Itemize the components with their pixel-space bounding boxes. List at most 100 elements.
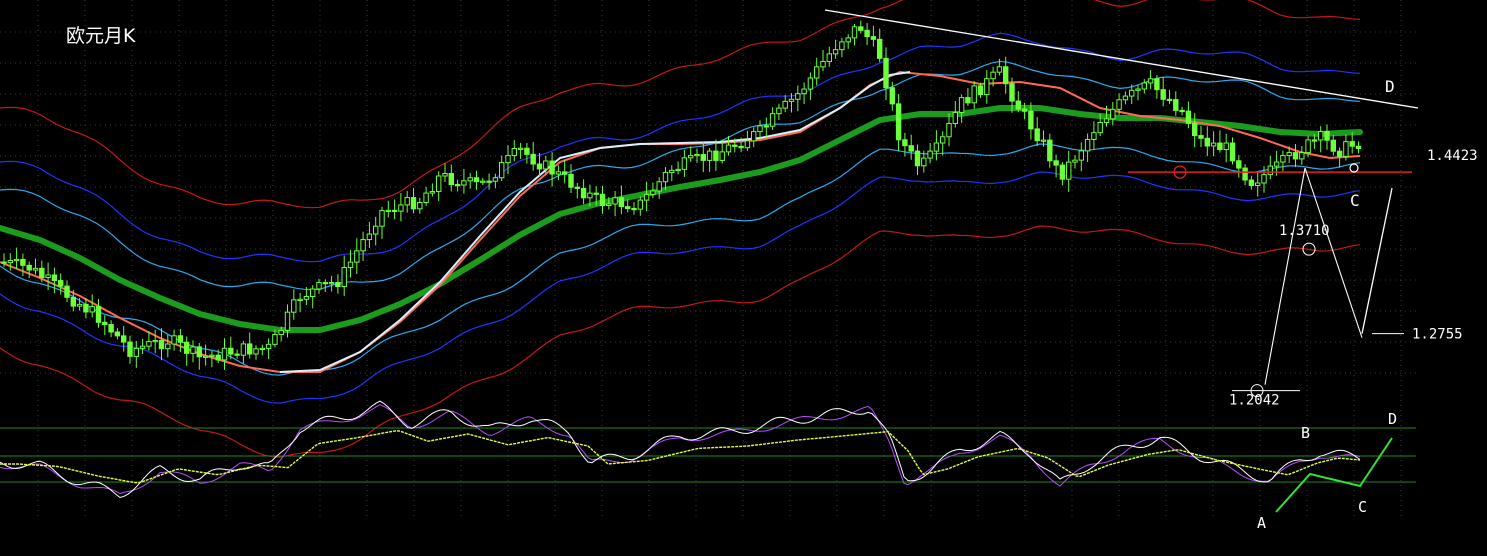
candle-body	[391, 209, 398, 212]
candle-body	[543, 160, 549, 170]
candle-body	[1198, 135, 1204, 139]
candle-body	[1103, 118, 1110, 123]
candle-body	[694, 154, 700, 157]
candle-body	[656, 181, 662, 192]
candle-body	[139, 345, 146, 349]
candle-body	[499, 162, 505, 179]
candle-body	[870, 36, 877, 40]
candle-body	[637, 199, 643, 210]
candle-body	[650, 190, 656, 195]
candle-body	[725, 144, 732, 153]
candle-body	[234, 353, 240, 356]
candle-body	[417, 202, 423, 210]
candle-body	[7, 259, 14, 264]
candle-body	[1318, 130, 1324, 141]
candle-body	[1009, 83, 1015, 102]
candle-body	[1135, 88, 1141, 91]
candle-body	[328, 282, 335, 285]
candle-body	[184, 341, 190, 354]
candle-body	[524, 147, 530, 155]
candle-body	[26, 264, 32, 271]
candle-body	[801, 88, 807, 95]
candle-body	[1229, 142, 1236, 162]
candle-body	[587, 192, 593, 199]
candle-body	[688, 155, 694, 159]
candle-body	[858, 26, 864, 31]
candle-body	[1097, 121, 1103, 134]
candle-body	[20, 258, 26, 266]
candle-body	[373, 225, 379, 235]
candle-body	[360, 239, 366, 252]
candle-body	[215, 354, 221, 361]
candle-body	[480, 180, 486, 183]
candle-body	[1078, 150, 1084, 161]
candle-body	[977, 85, 984, 96]
candle-body	[889, 87, 895, 105]
candle-body	[549, 160, 555, 175]
candle-body	[795, 93, 801, 100]
candle-body	[1236, 160, 1242, 169]
candle-body	[398, 204, 404, 212]
candle-body	[461, 180, 467, 186]
wedge-label-d: D	[1385, 77, 1395, 96]
candle-body	[845, 37, 851, 43]
candle-body	[505, 155, 511, 164]
candle-body	[1147, 78, 1154, 84]
candle-body	[1305, 139, 1311, 154]
candle-body	[990, 71, 996, 80]
candle-body	[1299, 152, 1305, 160]
candle-body	[1021, 108, 1028, 112]
candle-body	[776, 107, 782, 115]
chart-svg: 1.4423 1.3710 1.2755 1.2042 D C A B C D 欧元月K	[0, 0, 1487, 552]
wedge-label-c: C	[1350, 191, 1360, 210]
candle-body	[820, 61, 826, 68]
candle-body	[64, 285, 70, 298]
candle-body	[908, 145, 914, 152]
candle-body	[536, 163, 543, 170]
candle-body	[1292, 152, 1299, 160]
candle-body	[1267, 165, 1273, 176]
candle-body	[631, 207, 637, 211]
osc-label-b: B	[1301, 424, 1310, 442]
candle-body	[228, 347, 234, 355]
candle-body	[946, 122, 952, 138]
candle-body	[1047, 139, 1053, 162]
candle-body	[927, 150, 933, 159]
candle-body	[1192, 122, 1198, 137]
candle-body	[127, 341, 133, 357]
candle-body	[171, 335, 177, 345]
candle-body	[782, 100, 788, 109]
osc-label-a: A	[1257, 514, 1266, 532]
candle-body	[1072, 159, 1078, 163]
candle-body	[1217, 142, 1223, 151]
candle-body	[643, 193, 650, 201]
candle-body	[1261, 174, 1267, 184]
candle-body	[1, 261, 7, 264]
chart-title: 欧元月K	[66, 25, 136, 47]
chart-root: 1.4423 1.3710 1.2755 1.2042 D C A B C D 欧元月K	[0, 0, 1487, 552]
candle-body	[1034, 128, 1040, 142]
candle-body	[297, 298, 303, 302]
candle-body	[1091, 132, 1097, 140]
price-label-14423: 1.4423	[1427, 148, 1478, 164]
candle-body	[599, 193, 606, 207]
candle-body	[965, 97, 971, 104]
candle-body	[706, 150, 713, 161]
candle-body	[1210, 142, 1217, 147]
candle-body	[442, 173, 448, 177]
candle-body	[612, 197, 618, 205]
candle-body	[379, 210, 385, 227]
candle-body	[606, 203, 612, 207]
candle-body	[1173, 99, 1179, 111]
candle-body	[404, 197, 410, 206]
candle-body	[1223, 142, 1229, 151]
candle-body	[1273, 161, 1280, 167]
candle-body	[984, 78, 990, 96]
candle-body	[83, 303, 89, 313]
candle-body	[1066, 161, 1072, 180]
candle-body	[196, 346, 203, 358]
candle-body	[165, 343, 171, 350]
candle-body	[221, 347, 228, 361]
candle-body	[738, 145, 744, 149]
candle-body	[517, 147, 524, 150]
